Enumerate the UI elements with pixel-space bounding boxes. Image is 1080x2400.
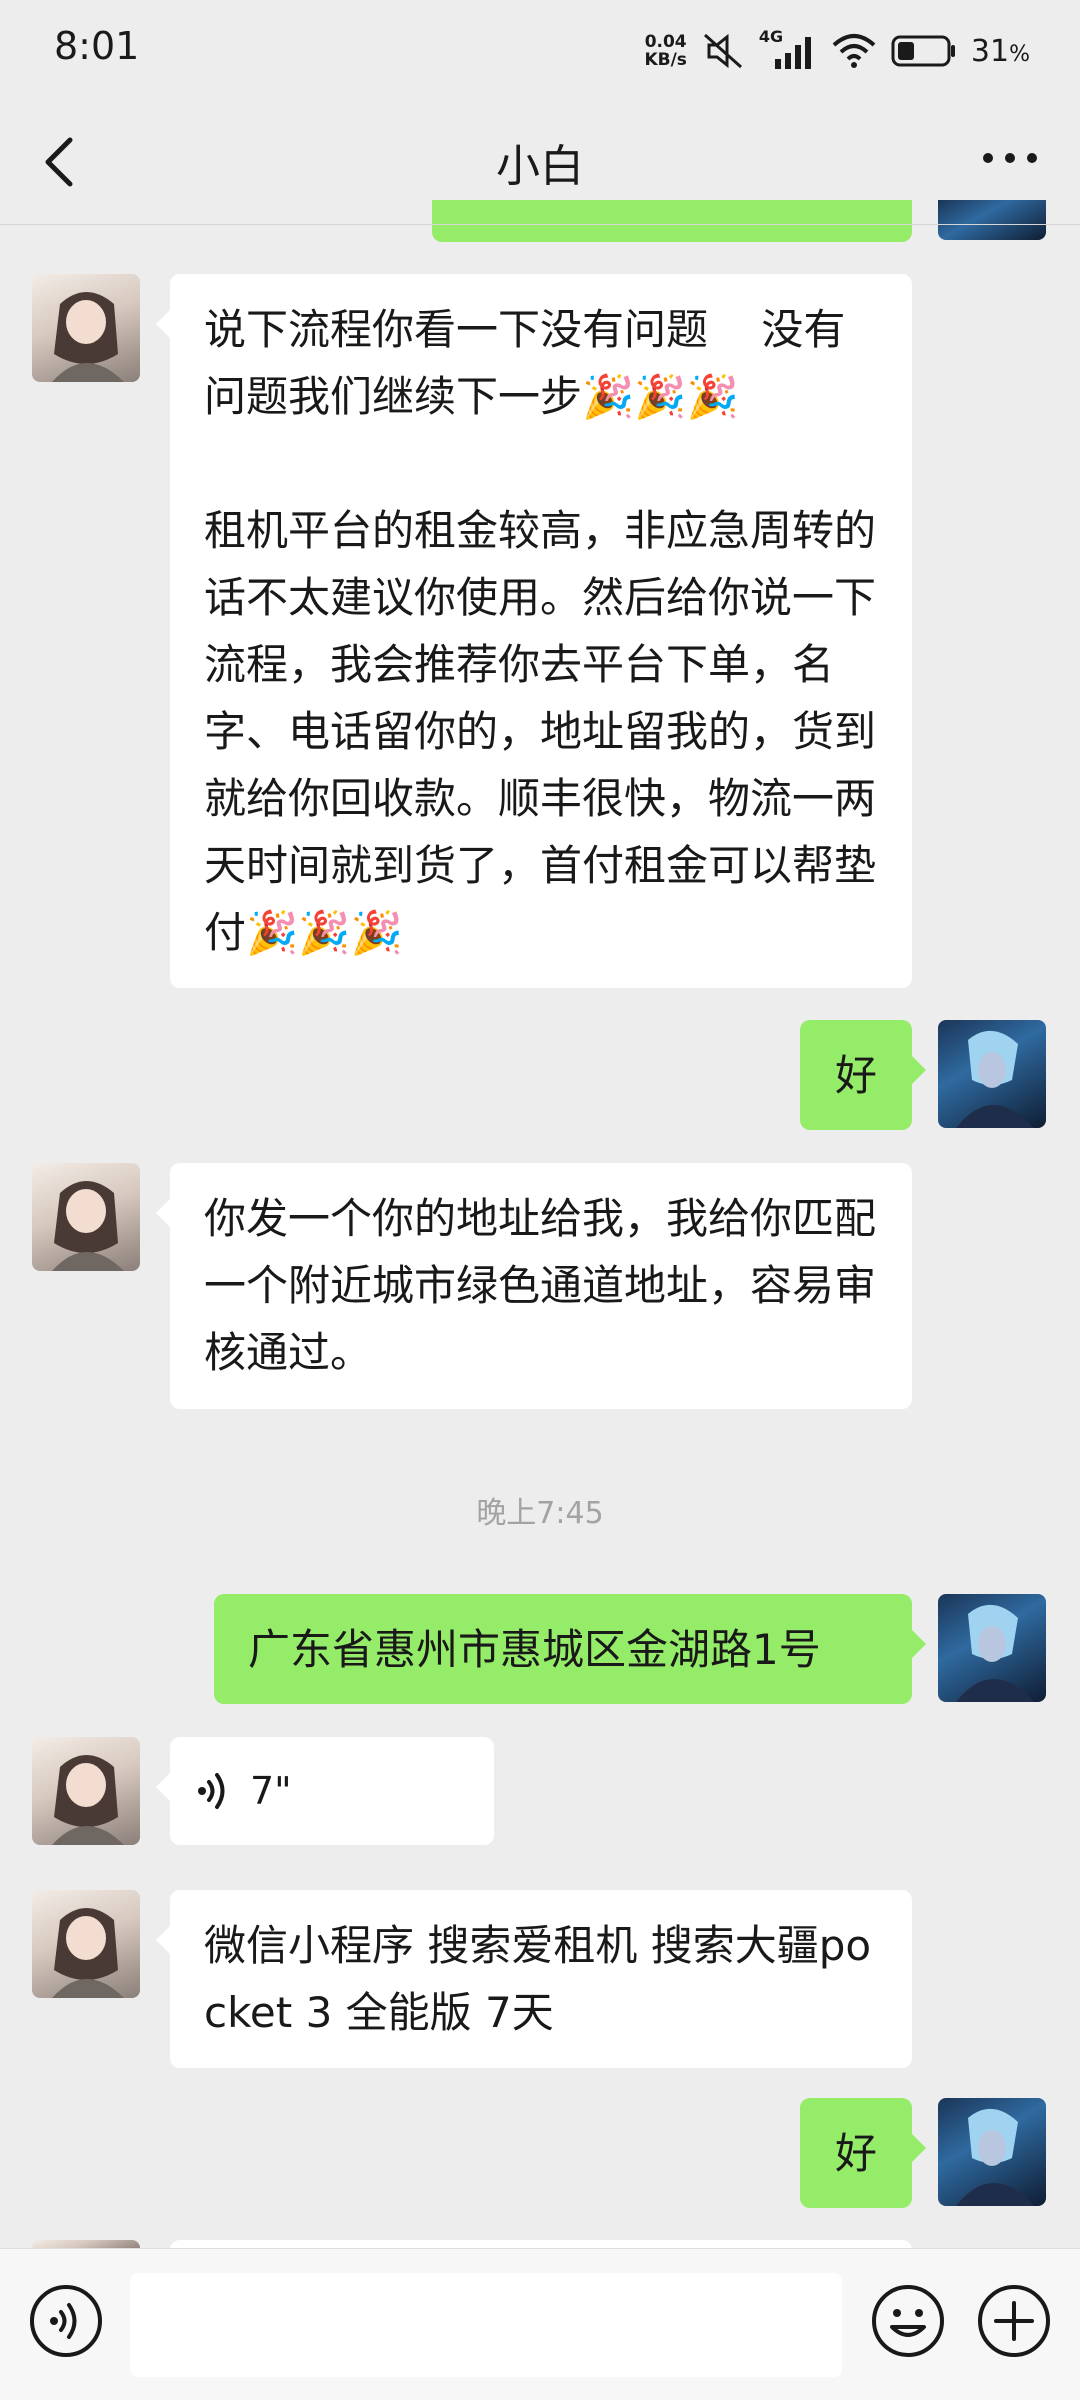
message-bubble-incoming[interactable]: 微信小程序 搜索爱租机 搜索大疆pocket 3 全能版 7天 xyxy=(156,1890,912,2068)
contact-avatar-image xyxy=(52,1181,124,1271)
mute-icon xyxy=(703,33,742,69)
message-input[interactable] xyxy=(130,2273,842,2377)
contact-avatar[interactable] xyxy=(32,1737,140,1845)
contact-avatar[interactable] xyxy=(32,274,140,382)
voice-duration: 7" xyxy=(250,1768,292,1813)
wifi-icon xyxy=(832,34,876,68)
message-bubble-incoming[interactable]: 说下流程你看一下没有问题 没有问题我们继续下一步🎉🎉🎉 租机平台的租金较高，非应… xyxy=(156,274,912,988)
contact-avatar-image xyxy=(52,1755,124,1845)
battery-percentage: 31% xyxy=(970,33,1030,69)
message-text: 租机平台的租金较高，非应急周转的话不太建议你使用。然后给你说一下流程，我会推荐你… xyxy=(204,506,877,957)
signal-icon xyxy=(774,37,811,69)
contact-avatar[interactable] xyxy=(32,1163,140,1271)
message-bubble-outgoing[interactable]: 好 xyxy=(800,1020,926,1130)
my-avatar-image xyxy=(956,1030,1034,1128)
status-bar: 8:01 0.04 KB/s 4G 31% xyxy=(0,0,1080,100)
cellular-signal: 4G xyxy=(759,27,817,71)
more-options-icon[interactable] xyxy=(980,148,1040,168)
time-separator: 晚上7:45 xyxy=(476,1496,604,1531)
network-speed-value: 0.04 xyxy=(644,32,687,52)
battery-icon xyxy=(891,35,955,67)
my-avatar-image xyxy=(956,1604,1034,1702)
party-popper-emoji: 🎉🎉🎉 xyxy=(246,908,403,957)
message-bubble-outgoing[interactable]: 广东省惠州市惠城区金湖路1号 xyxy=(214,1594,926,1704)
my-avatar[interactable] xyxy=(938,2098,1046,2206)
voice-input-icon[interactable] xyxy=(28,2283,104,2359)
message-text: 微信小程序 搜索爱租机 搜索大疆pocket 3 全能版 7天 xyxy=(204,1921,872,2037)
voice-message-bubble[interactable]: 7" xyxy=(156,1737,494,1845)
chat-input-bar xyxy=(0,2248,1080,2400)
contact-avatar-image xyxy=(52,1908,124,1998)
message-text: 说下流程你看一下没有问题 没有问题我们继续下一步🎉🎉🎉 xyxy=(204,305,846,421)
status-icons: 0.04 KB/s 4G 31% xyxy=(644,26,1030,76)
network-speed: 0.04 KB/s xyxy=(644,33,686,69)
party-popper-emoji: 🎉🎉🎉 xyxy=(582,372,739,421)
my-avatar-image xyxy=(956,2108,1034,2206)
message-text: 你发一个你的地址给我，我给你匹配一个附近城市绿色通道地址，容易审核通过。 xyxy=(204,1194,877,1377)
message-bubble-outgoing[interactable]: 好 xyxy=(800,2098,926,2208)
message-bubble-incoming[interactable]: 你发一个你的地址给我，我给你匹配一个附近城市绿色通道地址，容易审核通过。 xyxy=(156,1163,912,1409)
message-text: 好 xyxy=(834,2129,877,2178)
message-text: 好 xyxy=(834,1051,877,1100)
header-divider xyxy=(0,224,1080,225)
contact-avatar[interactable] xyxy=(32,1890,140,1998)
message-text: 广东省惠州市惠城区金湖路1号 xyxy=(248,1625,821,1674)
plus-icon[interactable] xyxy=(976,2283,1052,2359)
voice-waves-icon xyxy=(198,1773,225,1809)
previous-message-bubble[interactable] xyxy=(432,200,912,242)
my-avatar-partial[interactable] xyxy=(938,200,1046,240)
chat-title: 小白 xyxy=(496,141,584,192)
network-speed-unit: KB/s xyxy=(644,50,687,70)
emoji-icon[interactable] xyxy=(870,2283,946,2359)
my-avatar[interactable] xyxy=(938,1020,1046,1128)
contact-avatar-image xyxy=(52,292,124,382)
my-avatar[interactable] xyxy=(938,1594,1046,1702)
status-time: 8:01 xyxy=(54,24,140,68)
